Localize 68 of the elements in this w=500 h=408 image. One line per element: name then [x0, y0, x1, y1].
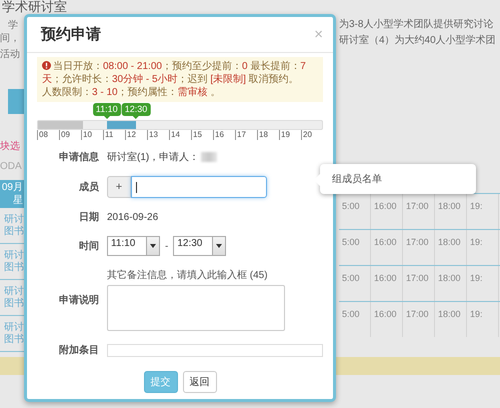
rules-text: 人数限制：3 - 10；预约属性：需审核 。	[42, 86, 222, 99]
selected-range[interactable]	[107, 121, 136, 129]
timeline-track[interactable]	[37, 120, 323, 130]
extra-input-field[interactable]	[107, 344, 323, 356]
date-label: ODA	[0, 160, 23, 174]
start-time-select[interactable]: 11:10	[107, 236, 160, 256]
caret-icon	[150, 244, 156, 248]
field-label: 时间	[78, 240, 99, 253]
field-label: 申请说明	[58, 294, 99, 306]
member-input-field[interactable]	[131, 176, 267, 198]
hint-text: 其它备注信息，请填入此输入框 (45)	[107, 268, 269, 282]
blurred-name	[201, 152, 218, 162]
date-header-cell: 09月 星	[0, 180, 24, 208]
add-member-button[interactable]: +	[107, 176, 131, 198]
time-slot-cell[interactable]: 16:00	[371, 266, 403, 301]
time-slot-cell[interactable]: 18:00	[435, 266, 467, 301]
submit-button[interactable]: 提交	[144, 371, 178, 393]
hour-tick-label: 09	[59, 130, 81, 140]
notice-text: 块选	[0, 140, 21, 153]
intro-text: 研讨室（4）为大约40人小型学术团	[339, 35, 497, 47]
end-handle[interactable]: 12:30	[122, 103, 150, 116]
hour-tick-label: 16	[213, 130, 235, 140]
time-slot-cell[interactable]: 18:00	[435, 230, 467, 265]
time-slot-cell[interactable]: 5:00	[339, 266, 371, 301]
time-slot-cell[interactable]: 16:00	[371, 230, 403, 265]
time-slot-cell[interactable]: 17:00	[403, 302, 435, 337]
time-slot-cell[interactable]: 17:00	[403, 230, 435, 265]
range-separator: -	[165, 240, 168, 252]
intro-text: 活动	[0, 49, 21, 61]
time-slot-cell[interactable]: 16:00	[371, 302, 403, 337]
field-label: 附加条目	[58, 344, 99, 357]
hour-tick-label: 18	[257, 130, 279, 140]
field-label: 日期	[78, 210, 99, 224]
hour-tick-label: 13	[147, 130, 169, 140]
hour-tick-label: 11	[103, 130, 125, 140]
hour-tick-label: 15	[191, 130, 213, 140]
end-time-select[interactable]: 12:30	[173, 236, 226, 256]
page-button[interactable]	[8, 89, 24, 114]
time-slot-cell[interactable]: 19:	[467, 230, 499, 265]
page-heading: 学术研讨室	[1, 0, 68, 14]
intro-text: 间，	[0, 33, 21, 45]
hour-tick-label: 19	[279, 130, 301, 140]
applicant-info-text: 研讨室(1)，申请人：	[107, 150, 200, 164]
hour-tick-label: 20	[301, 130, 323, 140]
time-slot-cell[interactable]: 19:	[467, 302, 499, 337]
hour-tick-label: 14	[169, 130, 191, 140]
intro-text: 为3-8人小型学术团队提供研究讨论	[339, 19, 494, 31]
hour-tick-label: 17	[235, 130, 257, 140]
caret-icon	[216, 244, 222, 248]
time-slot-cell[interactable]: 19:	[467, 266, 499, 301]
date-value: 2016-09-26	[107, 212, 158, 222]
field-label: 申请信息	[58, 150, 99, 164]
time-slot-cell[interactable]: 18:00	[435, 302, 467, 337]
time-slot-cell[interactable]: 5:00	[339, 302, 371, 337]
start-handle[interactable]: 11:10	[92, 103, 121, 116]
rules-text: 当日开放：08:00 - 21:00；预约至少提前：0 最长提前：7天；允许时长：30分钟 - 5小时；迟到 [未限制] 取消预约。	[42, 60, 307, 86]
close-button[interactable]: ×	[314, 27, 323, 42]
intro-text: 学	[7, 20, 19, 32]
warning-icon	[42, 61, 51, 70]
description-textarea[interactable]	[107, 285, 285, 331]
time-slot-cell[interactable]: 5:00	[339, 230, 371, 265]
field-label: 成员	[78, 180, 99, 194]
back-button[interactable]: 返回	[182, 371, 216, 393]
time-slot-cell[interactable]: 17:00	[403, 266, 435, 301]
hour-tick-label: 08	[37, 130, 59, 140]
hour-tick-label: 10	[81, 130, 103, 140]
hour-tick-label: 12	[125, 130, 147, 140]
dialog-title: 预约申请	[41, 25, 101, 44]
